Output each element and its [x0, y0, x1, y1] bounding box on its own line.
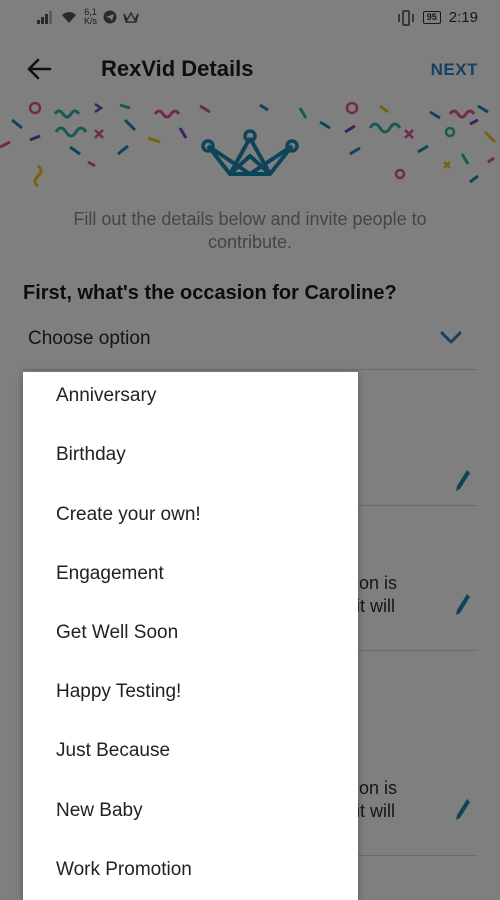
- occasion-option[interactable]: Work Promotion: [56, 859, 192, 881]
- occasion-option[interactable]: Happy Testing!: [56, 681, 181, 703]
- occasion-option[interactable]: Get Well Soon: [56, 622, 178, 644]
- occasion-option[interactable]: New Baby: [56, 800, 143, 822]
- occasion-option[interactable]: Just Because: [56, 740, 170, 762]
- occasion-option[interactable]: Anniversary: [56, 385, 156, 407]
- occasion-option[interactable]: Create your own!: [56, 504, 201, 526]
- occasion-dropdown-menu: Anniversary Birthday Create your own! En…: [23, 372, 358, 900]
- occasion-option[interactable]: Birthday: [56, 444, 126, 466]
- occasion-option[interactable]: Engagement: [56, 563, 164, 585]
